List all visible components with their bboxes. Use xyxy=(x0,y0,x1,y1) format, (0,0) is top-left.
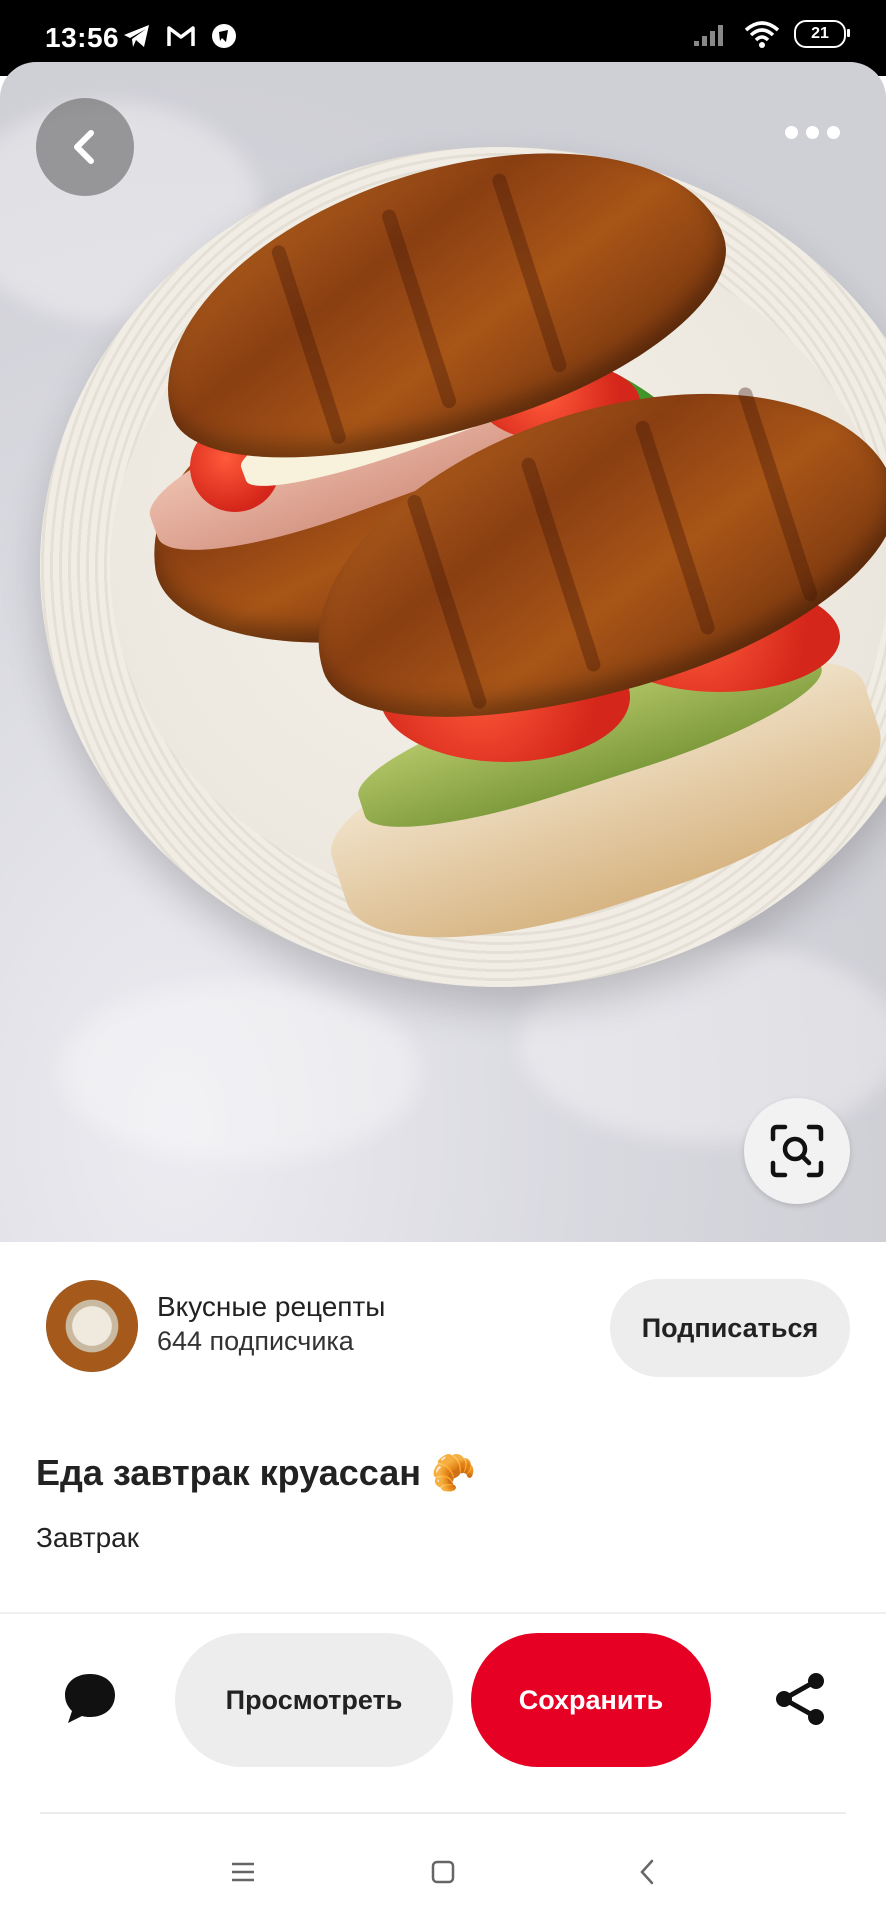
creator-row: Вкусные рецепты 644 подписчика Подписать… xyxy=(0,1242,886,1412)
pin-image[interactable] xyxy=(0,62,886,1242)
status-time: 13:56 xyxy=(45,22,120,53)
status-system-icons: 21 xyxy=(692,20,850,48)
creator-name[interactable]: Вкусные рецепты xyxy=(157,1291,385,1323)
share-icon xyxy=(776,1673,824,1725)
divider xyxy=(0,1612,886,1614)
visual-search-icon xyxy=(770,1124,824,1178)
creator-followers: 644 подписчика xyxy=(157,1326,354,1356)
more-options-button[interactable] xyxy=(785,126,840,139)
back-icon xyxy=(640,1859,654,1885)
nav-divider xyxy=(40,1812,846,1814)
comment-button[interactable] xyxy=(60,1668,120,1728)
fabric-fold xyxy=(60,982,420,1162)
signal-icon xyxy=(694,25,723,46)
share-button[interactable] xyxy=(772,1670,830,1728)
menu-icon xyxy=(232,1862,254,1882)
wifi-icon xyxy=(744,21,780,48)
home-icon xyxy=(431,1860,455,1884)
back-button[interactable] xyxy=(36,98,134,196)
chevron-left-icon xyxy=(74,130,94,164)
visual-search-button[interactable] xyxy=(744,1098,850,1204)
action-bar: Просмотреть Сохранить xyxy=(0,1630,886,1770)
follow-button[interactable]: Подписаться xyxy=(610,1279,850,1377)
gmail-icon xyxy=(167,26,195,46)
save-button[interactable]: Сохранить xyxy=(471,1633,711,1767)
system-navigation-bar xyxy=(0,1820,886,1920)
status-notification-icons xyxy=(122,22,238,50)
app-icon xyxy=(212,24,236,48)
telegram-icon xyxy=(124,25,149,47)
battery-level: 21 xyxy=(811,25,829,42)
nav-back-button[interactable] xyxy=(627,1852,667,1892)
nav-home-button[interactable] xyxy=(423,1852,463,1892)
nav-menu-button[interactable] xyxy=(223,1852,263,1892)
creator-avatar[interactable] xyxy=(46,1280,138,1372)
pin-description: Завтрак xyxy=(36,1522,139,1553)
view-button[interactable]: Просмотреть xyxy=(175,1633,453,1767)
battery-icon: 21 xyxy=(794,20,850,48)
more-horizontal-icon xyxy=(785,126,798,139)
comment-icon xyxy=(65,1674,115,1723)
pin-title: Еда завтрак круассан 🥐 xyxy=(36,1452,476,1493)
